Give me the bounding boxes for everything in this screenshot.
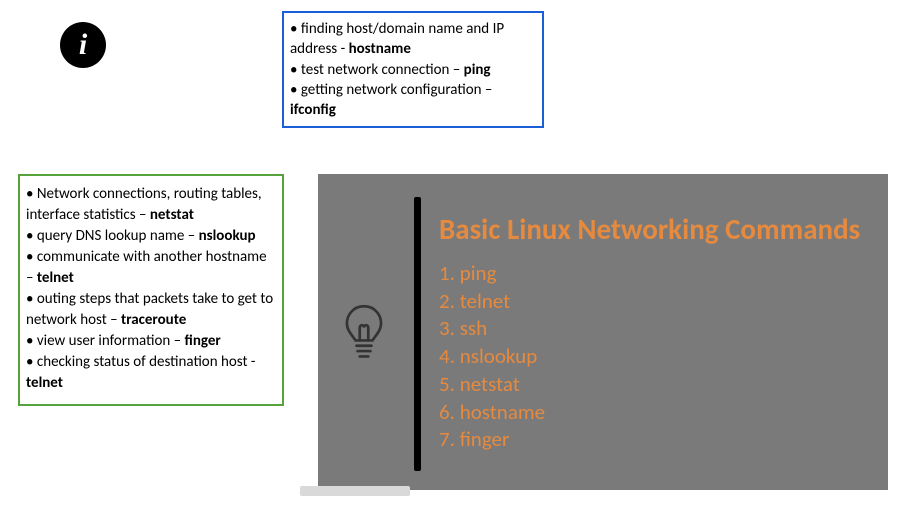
green-item-0: • Network connections, routing tables, i…: [26, 184, 274, 226]
cmd-row: 1. ping: [439, 260, 860, 288]
command-list: 1. ping 2. telnet 3. ssh 4. nslookup 5. …: [439, 260, 860, 454]
info-icon: i: [60, 22, 106, 68]
cmd-row: 5. netstat: [439, 371, 860, 399]
slate-title: Basic Linux Networking Commands: [439, 214, 860, 246]
green-item-2: • communicate with another hostname – te…: [26, 247, 274, 289]
cmd-row: 3. ssh: [439, 315, 860, 343]
cmd-row: 2. telnet: [439, 288, 860, 316]
cmd-row: 4. nslookup: [439, 343, 860, 371]
blue-item-1: • test network connection – ping: [290, 60, 534, 80]
blue-item-0: • finding host/domain name and IP addres…: [290, 19, 534, 60]
green-item-1: • query DNS lookup name – nslookup: [26, 226, 274, 247]
blue-item-2: • getting network configuration – ifconf…: [290, 80, 534, 121]
green-item-4: • view user information – finger: [26, 331, 274, 352]
green-item-5: • checking status of destination host - …: [26, 352, 274, 394]
cmd-row: 6. hostname: [439, 399, 860, 427]
basic-linux-networking-commands-card: Basic Linux Networking Commands 1. ping …: [318, 174, 888, 490]
vertical-divider: [414, 197, 421, 471]
lightbulb-icon: [342, 302, 386, 366]
netstat-nslookup-telnet-box: • Network connections, routing tables, i…: [18, 174, 284, 406]
hostname-ping-ifconfig-box: • finding host/domain name and IP addres…: [282, 11, 544, 128]
green-item-3: • outing steps that packets take to get …: [26, 289, 274, 331]
slate-text-block: Basic Linux Networking Commands 1. ping …: [439, 214, 860, 454]
cmd-row: 7. finger: [439, 426, 860, 454]
info-icon-glyph: i: [79, 28, 87, 62]
